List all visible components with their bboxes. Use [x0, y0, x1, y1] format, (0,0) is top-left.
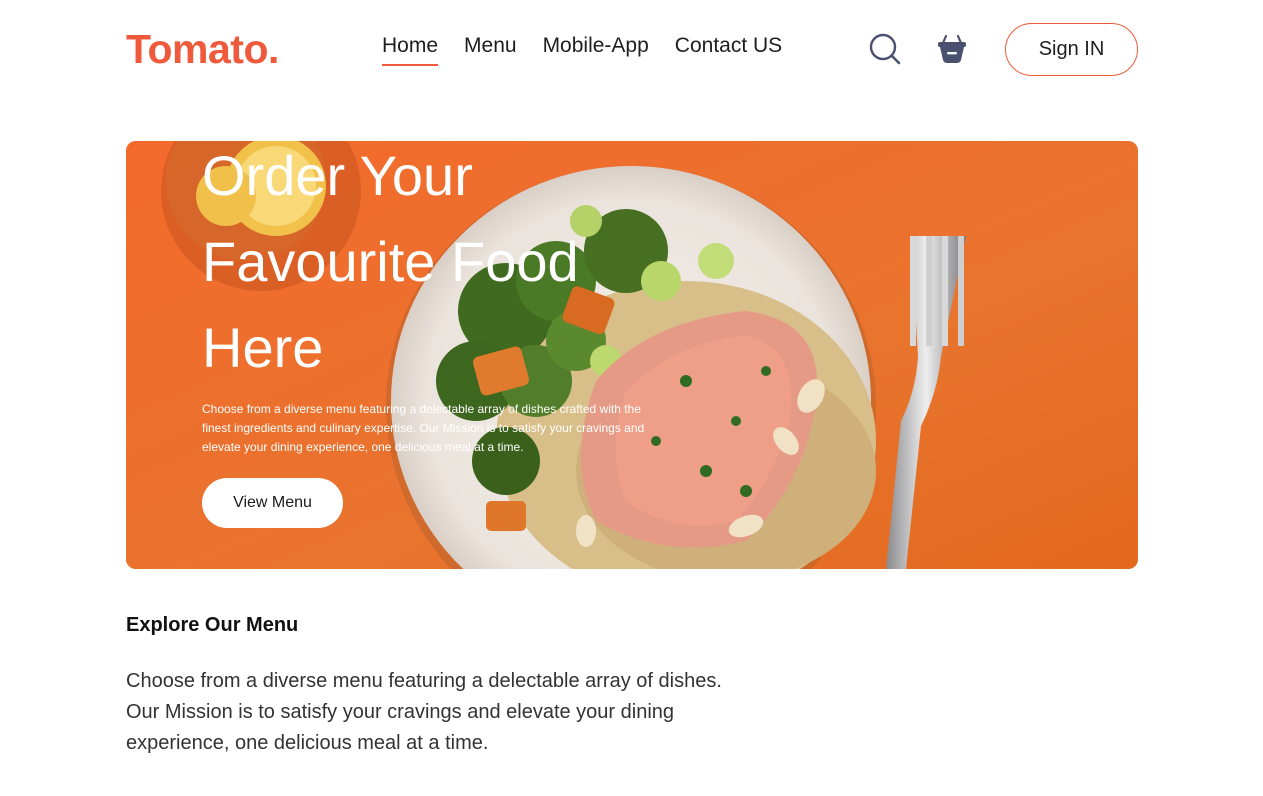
- nav-link-home[interactable]: Home: [382, 32, 439, 66]
- nav-link-contact-us[interactable]: Contact US: [675, 32, 782, 66]
- logo[interactable]: Tomato.: [126, 26, 279, 72]
- view-menu-button[interactable]: View Menu: [202, 478, 343, 528]
- explore-menu-description: Choose from a diverse menu featuring a d…: [126, 670, 722, 754]
- explore-menu-heading: Explore Our Menu: [126, 614, 299, 636]
- search-icon[interactable]: [868, 32, 902, 66]
- navbar: Tomato. Home Menu Mobile-App Contact US …: [126, 0, 1138, 96]
- nav-link-mobile-app[interactable]: Mobile-App: [543, 32, 649, 66]
- nav-link-menu[interactable]: Menu: [464, 32, 517, 66]
- hero-title: Order Your Favourite Food Here: [202, 141, 722, 391]
- hero-title-line2: Favourite Food: [202, 230, 579, 293]
- hero-description: Choose from a diverse menu featuring a d…: [202, 402, 645, 454]
- hero-title-line1: Order Your: [202, 144, 473, 207]
- sign-in-button[interactable]: Sign IN: [1005, 23, 1138, 76]
- hero-banner: Order Your Favourite Food Here Choose fr…: [126, 141, 1138, 569]
- nav-links: Home Menu Mobile-App Contact US: [382, 32, 782, 66]
- basket-icon[interactable]: [935, 32, 969, 66]
- hero-title-line3: Here: [202, 316, 324, 379]
